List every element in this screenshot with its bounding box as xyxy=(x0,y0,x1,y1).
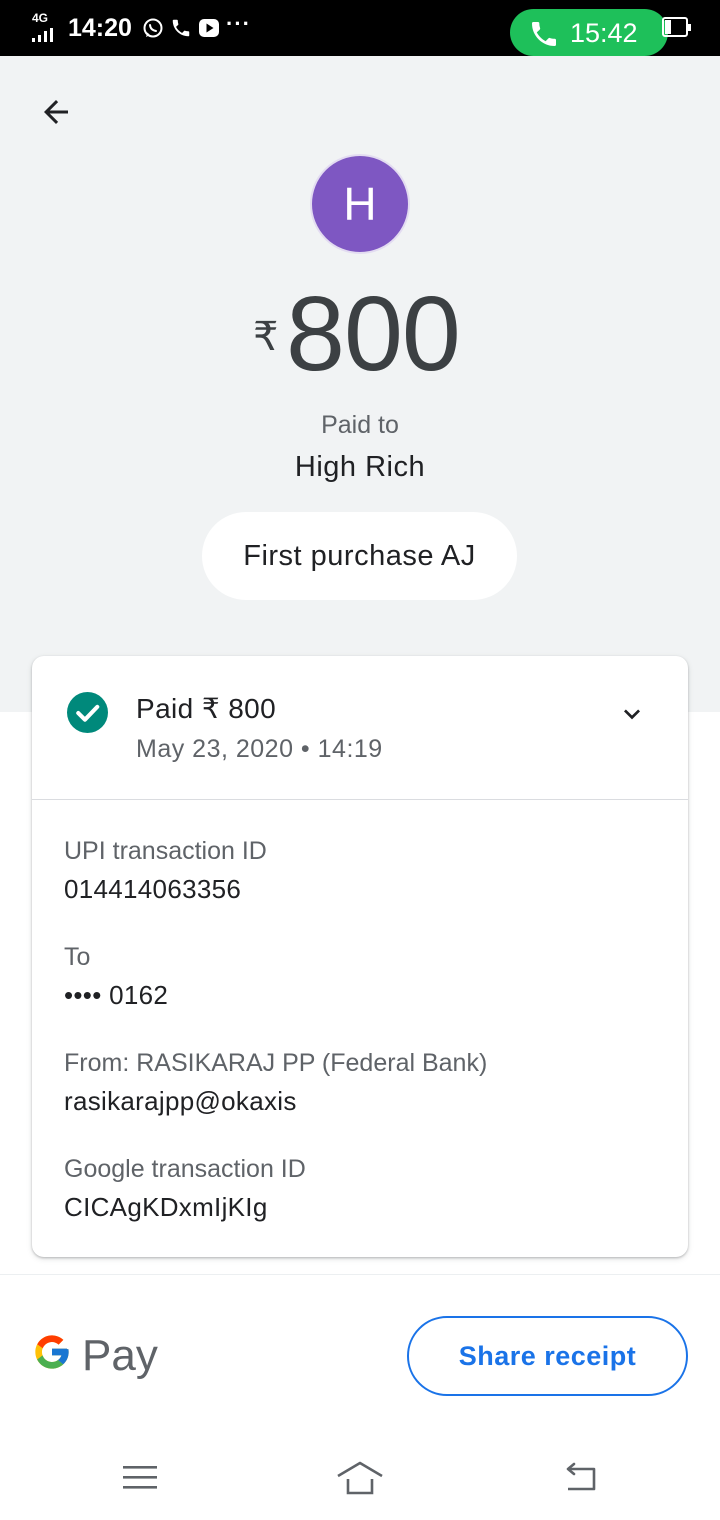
phone-icon xyxy=(172,19,190,37)
payment-note: First purchase AJ xyxy=(202,512,517,600)
notification-icons: ··· xyxy=(142,11,251,42)
collapse-details-button[interactable] xyxy=(612,694,652,734)
arrow-back-icon xyxy=(44,100,68,124)
from-label: From: RASIKARAJ PP (Federal Bank) xyxy=(64,1049,488,1077)
phone-call-icon xyxy=(532,22,556,46)
currency-symbol: ₹ xyxy=(253,315,279,359)
google-transaction-id-value: CICAgKDxmIjKIg xyxy=(64,1192,268,1222)
to-label: To xyxy=(64,943,91,971)
to-account-value: •••• 0162 xyxy=(64,980,169,1010)
google-pay-text: Pay xyxy=(82,1331,158,1380)
network-indicator: 4G xyxy=(32,12,56,42)
from-upi-value: rasikarajpp@okaxis xyxy=(64,1086,297,1116)
signal-icon xyxy=(32,28,53,42)
whatsapp-icon xyxy=(143,18,163,38)
chevron-down-icon xyxy=(624,709,640,720)
payee-avatar: H xyxy=(310,154,410,254)
ongoing-call-pill[interactable]: 15:42 xyxy=(510,9,668,56)
upi-transaction-id-value: 014414063356 xyxy=(64,874,242,904)
status-bar: 4G 14:20 ··· 15:42 xyxy=(0,0,720,56)
paid-to-label: Paid to xyxy=(321,411,399,439)
google-transaction-id-label: Google transaction ID xyxy=(64,1155,306,1183)
share-receipt-button[interactable]: Share receipt xyxy=(407,1316,688,1396)
footer-divider xyxy=(0,1274,720,1275)
back-nav-icon xyxy=(566,1462,596,1491)
more-notifications: ··· xyxy=(226,11,251,36)
amount-display: ₹ 800 xyxy=(0,280,720,390)
transaction-datetime: May 23, 2020 • 14:19 xyxy=(136,735,383,763)
back-nav-button[interactable] xyxy=(550,1452,610,1504)
back-button[interactable] xyxy=(30,86,82,138)
google-g-icon xyxy=(35,1335,69,1369)
status-time: 14:20 xyxy=(68,14,132,42)
transaction-summary[interactable]: Paid ₹ 800 May 23, 2020 • 14:19 xyxy=(32,656,688,800)
menu-nav-button[interactable] xyxy=(110,1452,170,1504)
home-nav-button[interactable] xyxy=(330,1452,390,1504)
check-circle-icon xyxy=(67,692,108,733)
transaction-status: Paid ₹ 800 xyxy=(136,693,277,724)
network-type: 4G xyxy=(32,11,49,25)
amount-value: 800 xyxy=(286,275,461,393)
battery-icon xyxy=(662,17,691,37)
home-icon xyxy=(337,1461,383,1495)
google-pay-logo: Pay xyxy=(32,1331,162,1381)
payee-name: High Rich xyxy=(294,451,426,483)
youtube-icon xyxy=(199,19,219,37)
call-duration: 15:42 xyxy=(570,18,638,48)
menu-icon xyxy=(123,1466,157,1489)
upi-transaction-id-label: UPI transaction ID xyxy=(64,837,267,865)
transaction-card: Paid ₹ 800 May 23, 2020 • 14:19 UPI tran… xyxy=(32,656,688,1257)
